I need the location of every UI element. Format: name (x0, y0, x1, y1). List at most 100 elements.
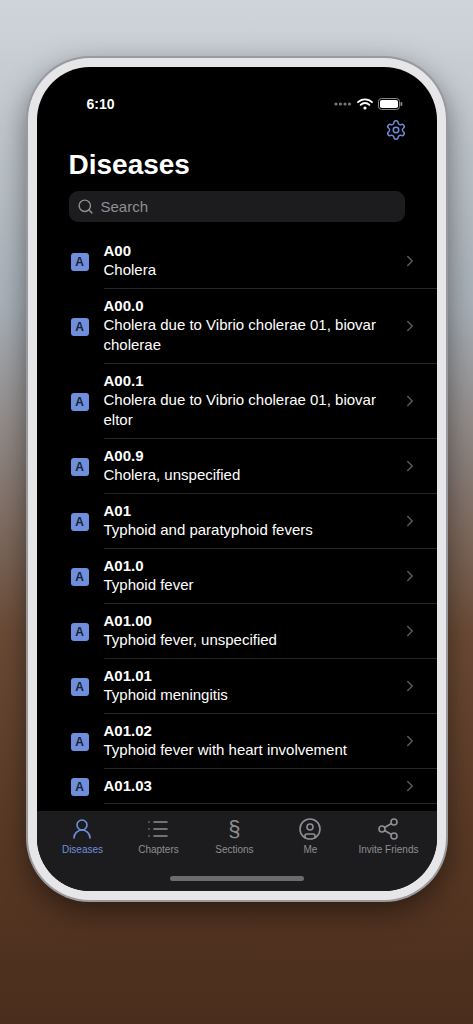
disease-code: A01.02 (104, 722, 395, 740)
disease-row[interactable]: AA00.1Cholera due to Vibrio cholerae 01,… (37, 364, 437, 439)
chevron-right-icon (401, 512, 419, 530)
row-text: A00.1Cholera due to Vibrio cholerae 01, … (104, 372, 395, 430)
tab-row: Diseases Chapters § Sections Me Invite Friend… (37, 817, 437, 856)
chevron (401, 317, 419, 335)
disease-code: A00 (104, 242, 395, 260)
phone-frame: 6:10DiseasesAA00CholeraAA00.0Cholera due… (28, 58, 446, 900)
disease-name: Typhoid meningitis (104, 685, 395, 705)
disease-list: AA00CholeraAA00.0Cholera due to Vibrio c… (37, 234, 437, 811)
me-tab[interactable]: Me (280, 817, 340, 856)
letter-badge: A (71, 778, 89, 796)
disease-row[interactable]: A A01.0Typhoid fever (37, 549, 437, 604)
search-field[interactable] (69, 191, 405, 222)
row-body: A01.0Typhoid fever (104, 549, 437, 604)
chevron-right-icon (401, 777, 419, 795)
row-text: A01.01Typhoid meningitis (104, 667, 395, 705)
row-body: A01.02Typhoid fever with heart involveme… (104, 714, 437, 769)
row-text: A00.9Cholera, unspecified (104, 447, 395, 485)
home-indicator (170, 876, 304, 881)
chevron (401, 392, 419, 410)
chapters-tab[interactable]: Chapters (128, 817, 188, 856)
disease-code: A01.00 (104, 612, 395, 630)
row-text: A01.02Typhoid fever with heart involveme… (104, 722, 395, 760)
disease-name: Cholera due to Vibrio cholerae 01, biova… (104, 315, 395, 355)
letter-badge: A (71, 458, 89, 476)
disease-row[interactable]: A A01Typhoid and paratyphoid fevers (37, 494, 437, 549)
disease-code: A00.9 (104, 447, 395, 465)
tab-label: Diseases (62, 844, 103, 856)
row-body: A00.0Cholera due to Vibrio cholerae 01, … (104, 289, 437, 364)
row-body: A01Typhoid and paratyphoid fevers (104, 494, 437, 549)
disease-code: A01.01 (104, 667, 395, 685)
search-icon (77, 198, 94, 215)
invite-friends-tab[interactable]: Invite Friends (356, 817, 420, 856)
settings-button[interactable] (385, 119, 407, 145)
status-icons (334, 98, 403, 110)
page-title: Diseases (37, 145, 437, 185)
tab-label: Chapters (138, 844, 179, 856)
top-bar (37, 115, 437, 145)
tab-label: Sections (215, 844, 253, 856)
disease-name: Cholera, unspecified (104, 465, 395, 485)
share-icon (376, 817, 400, 841)
chevron-right-icon (401, 457, 419, 475)
letter-badge: A (71, 253, 89, 271)
screen: 6:10DiseasesAA00CholeraAA00.0Cholera due… (37, 67, 437, 891)
row-text: A01.03 (104, 777, 395, 795)
chevron-right-icon (401, 677, 419, 695)
tab-label: Me (303, 844, 317, 856)
row-text: A01.0Typhoid fever (104, 557, 395, 595)
disease-code: A01.03 (104, 777, 395, 795)
disease-row[interactable]: A A00Cholera (37, 234, 437, 289)
row-text: A01Typhoid and paratyphoid fevers (104, 502, 395, 540)
disease-code: A00.1 (104, 372, 395, 390)
chevron (401, 777, 419, 795)
background-photo: 6:10DiseasesAA00CholeraAA00.0Cholera due… (0, 0, 473, 1024)
disease-row[interactable]: AA01.02Typhoid fever with heart involvem… (37, 714, 437, 769)
disease-row[interactable]: A A01.01Typhoid meningitis (37, 659, 437, 714)
chevron (401, 457, 419, 475)
letter-badge: A (71, 318, 89, 336)
letter-badge: A (71, 513, 89, 531)
disease-name: Typhoid fever (104, 575, 395, 595)
row-body: A00.9Cholera, unspecified (104, 439, 437, 494)
chevron-right-icon (401, 732, 419, 750)
gear-icon (385, 119, 407, 141)
section-icon: § (228, 817, 240, 841)
disease-name: Typhoid fever with heart involvement (104, 740, 395, 760)
chevron-right-icon (401, 317, 419, 335)
row-text: A01.00Typhoid fever, unspecified (104, 612, 395, 650)
letter-badge: A (71, 568, 89, 586)
chevron (401, 252, 419, 270)
letter-badge: A (71, 678, 89, 696)
sections-tab[interactable]: § Sections (204, 817, 264, 856)
row-body: A00Cholera (104, 234, 437, 289)
row-text: A00.0Cholera due to Vibrio cholerae 01, … (104, 297, 395, 355)
letter-badge: A (71, 623, 89, 641)
disease-row[interactable]: A A01.00Typhoid fever, unspecified (37, 604, 437, 659)
battery-icon (378, 98, 403, 110)
disease-row[interactable]: A A00.0Cholera due to Vibrio cholerae 01,… (37, 289, 437, 364)
search-input[interactable] (99, 197, 397, 216)
row-text: A00Cholera (104, 242, 395, 280)
disease-name: Cholera (104, 260, 395, 280)
disease-code: A00.0 (104, 297, 395, 315)
row-body: A01.03 (104, 769, 437, 804)
disease-name: Typhoid and paratyphoid fevers (104, 520, 395, 540)
chevron-right-icon (401, 252, 419, 270)
disease-code: A01.0 (104, 557, 395, 575)
chevron (401, 512, 419, 530)
chevron-right-icon (401, 567, 419, 585)
disease-name: Typhoid fever, unspecified (104, 630, 395, 650)
diseases-tab[interactable]: Diseases (52, 817, 112, 856)
signal-icon (334, 101, 352, 107)
chevron (401, 732, 419, 750)
disease-row[interactable]: A A01.03 (37, 769, 437, 804)
row-body: A01.00Typhoid fever, unspecified (104, 604, 437, 659)
status-time: 6:10 (87, 96, 115, 112)
chevron-right-icon (401, 392, 419, 410)
disease-row[interactable]: A A00.9Cholera, unspecified (37, 439, 437, 494)
disease-name: Cholera due to Vibrio cholerae 01, biova… (104, 390, 395, 430)
status-bar: 6:10 (37, 67, 437, 115)
patient-icon (70, 817, 94, 841)
